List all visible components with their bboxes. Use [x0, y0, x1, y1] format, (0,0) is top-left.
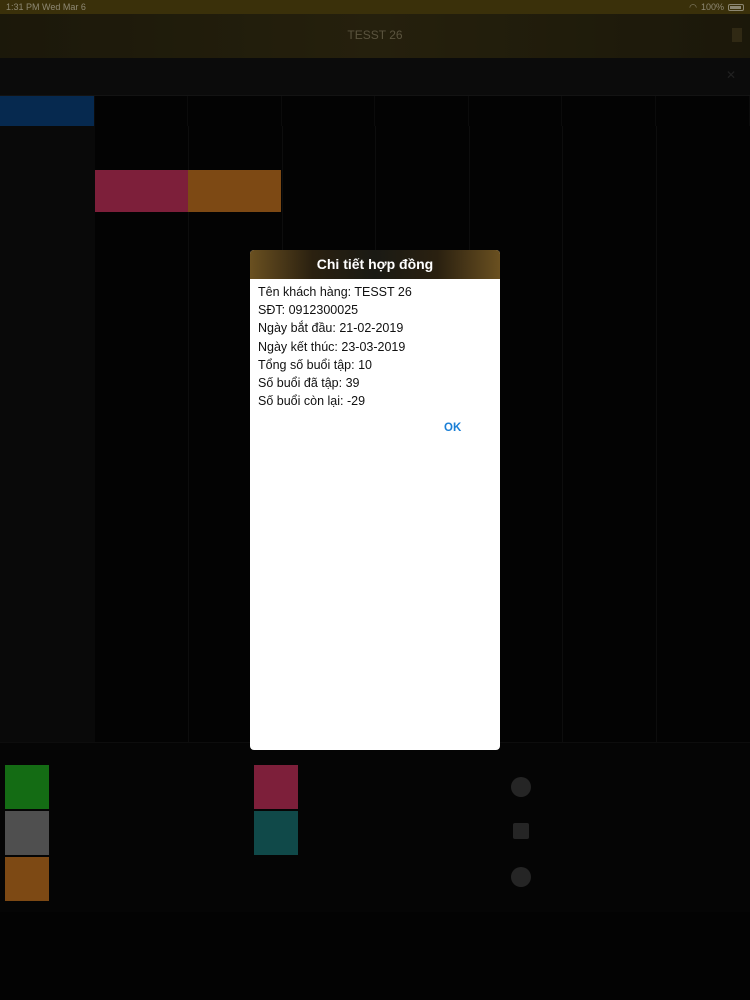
phone-label: SĐT:: [258, 303, 286, 318]
phone-line: SĐT: 0912300025: [258, 301, 492, 319]
total-sessions-line: Tổng số buổi tập: 10: [258, 356, 492, 374]
start-date-label: Ngày bắt đầu:: [258, 321, 336, 336]
sessions-done-value: 39: [345, 375, 360, 390]
sessions-done-label: Số buổi đã tập:: [258, 375, 343, 390]
total-sessions-label: Tổng số buổi tập:: [258, 357, 355, 372]
dialog-title: Chi tiết hợp đồng: [250, 250, 500, 279]
start-date-line: Ngày bắt đầu: 21-02-2019: [258, 319, 492, 337]
dialog-body: Tên khách hàng: TESST 26 SĐT: 0912300025 N…: [250, 279, 500, 414]
sessions-left-line: Số buổi còn lại: -29: [258, 392, 492, 410]
customer-name-value: TESST 26: [354, 285, 412, 299]
phone-value: 0912300025: [288, 303, 359, 318]
end-date-label: Ngày kết thúc:: [258, 339, 338, 354]
contract-detail-dialog: Chi tiết hợp đồng Tên khách hàng: TESST 2…: [250, 250, 500, 750]
total-sessions-value: 10: [358, 357, 372, 372]
end-date-value: 23-03-2019: [341, 339, 406, 354]
sessions-left-label: Số buổi còn lại:: [258, 394, 344, 409]
sessions-done-line: Số buổi đã tập: 39: [258, 374, 492, 392]
customer-name-label: Tên khách hàng:: [258, 285, 352, 299]
customer-name-line: Tên khách hàng: TESST 26: [258, 283, 492, 301]
sessions-left-value: -29: [346, 394, 366, 409]
start-date-value: 21-02-2019: [339, 321, 404, 336]
ok-button[interactable]: OK: [444, 422, 461, 434]
end-date-line: Ngày kết thúc: 23-03-2019: [258, 338, 492, 356]
